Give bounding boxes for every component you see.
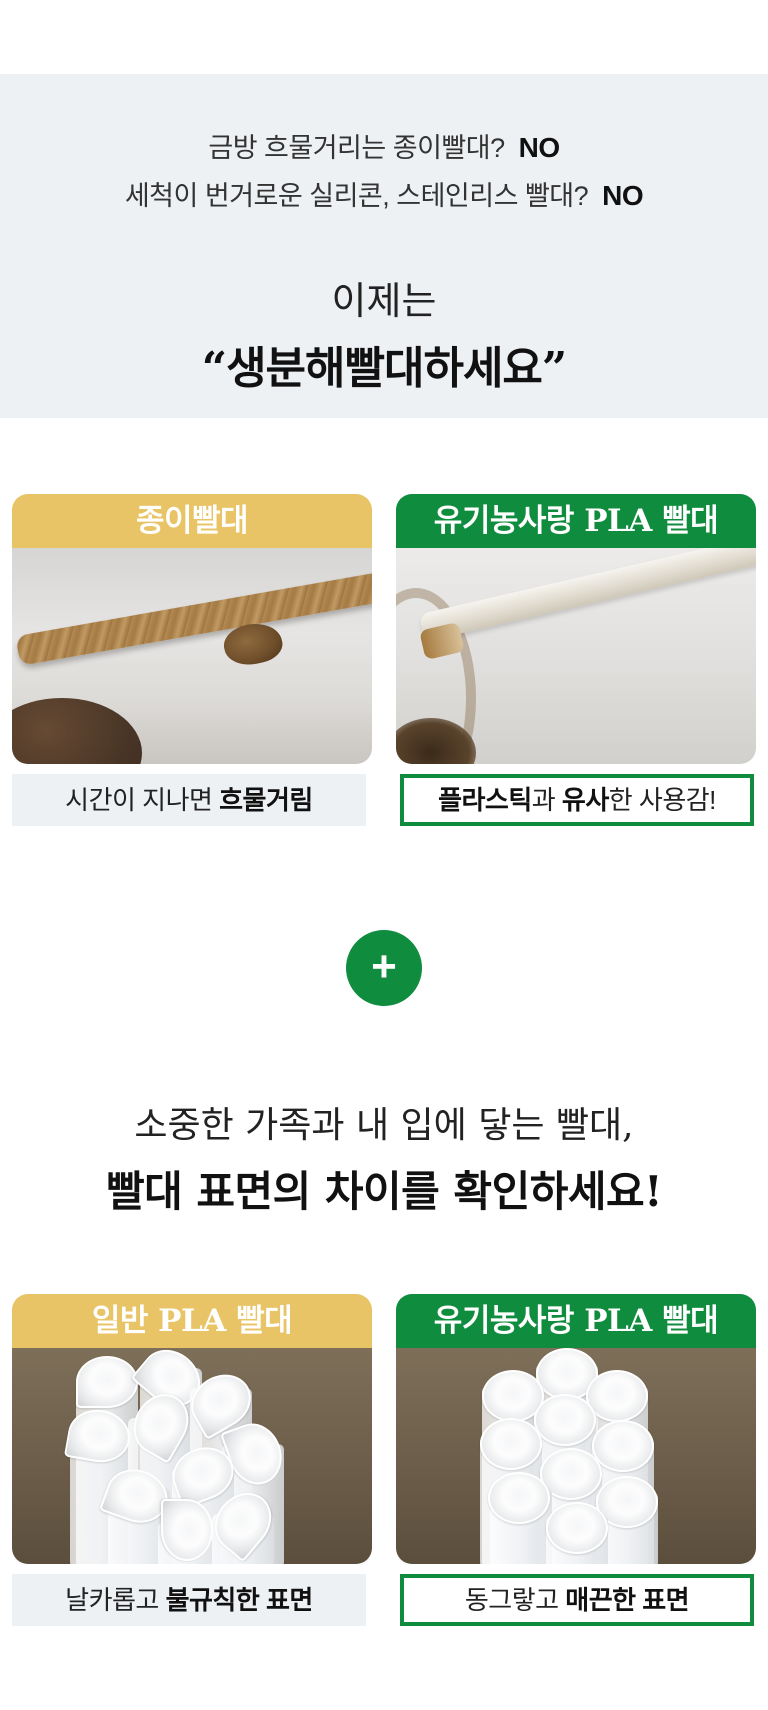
caption-emphasis: 유사 (561, 785, 609, 815)
caption-text: 시간이 지나면 (65, 785, 220, 815)
pla-straw-caption: 플라스틱과 유사한 사용감! (400, 774, 754, 826)
pla-straw-card: 유기농사랑 PLA 빨대 (396, 494, 756, 764)
plus-icon: + (346, 930, 422, 1006)
caption-emphasis: 불규칙한 표면 (165, 1585, 314, 1615)
intro-slogan: “생분해빨대하세요” (201, 343, 567, 394)
intro-question-silicone: 세척이 번거로운 실리콘, 스테인리스 빨대? NO (0, 174, 768, 213)
intro-question-paper: 금방 흐물거리는 종이빨대? NO (0, 126, 768, 165)
caption-text: 한 사용감! (608, 785, 717, 815)
caption-text: 날카롭고 (65, 1585, 166, 1615)
caption-emphasis: 흐물거림 (219, 785, 313, 815)
organic-pla-label: 유기농사랑 PLA 빨대 (396, 1294, 756, 1348)
generic-pla-caption: 날카롭고 불규칙한 표면 (12, 1574, 366, 1626)
intro-banner: 금방 흐물거리는 종이빨대? NO 세척이 번거로운 실리콘, 스테인리스 빨대?… (0, 74, 768, 418)
intro-answer-no: NO (518, 132, 561, 163)
caption-text: 과 (531, 785, 562, 815)
organic-pla-card: 유기농사랑 PLA 빨대 (396, 1294, 756, 1564)
generic-pla-bundle-photo (12, 1348, 372, 1564)
intro-question-paper-text: 금방 흐물거리는 종이빨대? (208, 133, 505, 163)
organic-pla-caption: 동그랗고 매끈한 표면 (400, 1574, 754, 1626)
generic-pla-label: 일반 PLA 빨대 (12, 1294, 372, 1348)
paper-straw-label: 종이빨대 (12, 494, 372, 548)
surface-headline-line1: 소중한 가족과 내 입에 닿는 빨대, (134, 1105, 634, 1146)
intro-answer-no: NO (602, 180, 644, 211)
paper-straw-card: 종이빨대 (12, 494, 372, 764)
surface-headline-line2: 빨대 표면의 차이를 확인하세요! (105, 1167, 663, 1216)
caption-emphasis: 플라스틱 (438, 785, 532, 815)
intro-question-silicone-text: 세척이 번거로운 실리콘, 스테인리스 빨대? (124, 181, 589, 211)
caption-emphasis: 매끈한 표면 (565, 1585, 690, 1615)
paper-straw-photo (12, 548, 372, 764)
pla-straw-label: 유기농사랑 PLA 빨대 (396, 494, 756, 548)
caption-text: 동그랗고 (464, 1585, 566, 1615)
paper-straw-caption: 시간이 지나면 흐물거림 (12, 774, 366, 826)
pla-straw-photo (396, 548, 756, 764)
generic-pla-card: 일반 PLA 빨대 (12, 1294, 372, 1564)
organic-pla-bundle-photo (396, 1348, 756, 1564)
intro-now-text: 이제는 (331, 279, 437, 323)
